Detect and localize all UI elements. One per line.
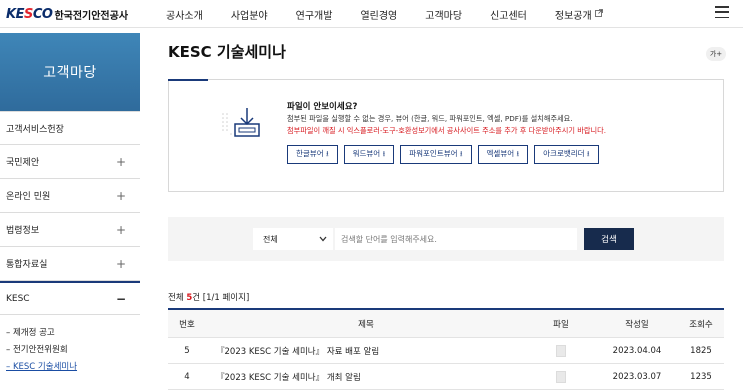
- sidebar-header: 고객마당: [0, 33, 140, 111]
- page-title: KESC 기술세미나: [168, 43, 286, 61]
- sidebar-submenu: – 제개정 공고 – 전기안전위원회 – KESC 기술세미나: [0, 315, 140, 374]
- font-size-button[interactable]: 가+: [706, 47, 726, 61]
- sidebar-item-label: 고객서비스헌장: [6, 124, 64, 135]
- notice-title: 파일이 안보이세요?: [287, 102, 358, 112]
- row-views: 1235: [690, 371, 712, 382]
- notice-warning: 첨부파일이 깨질 시 익스플로러-도구-호환성보기에서 공사사이트 주소를 추가…: [287, 126, 606, 135]
- header-no: 번호: [179, 319, 195, 330]
- notice-description: 첨부된 파일을 실행할 수 없는 경우, 뷰어 (한글, 워드, 파워포인트, …: [287, 114, 573, 123]
- search-bar: 전체 검색할 단어를 입력해주세요. 검색: [168, 217, 724, 261]
- external-link-icon: [594, 9, 603, 19]
- total-count: 전체 5건 [1/1 페이지]: [168, 291, 249, 303]
- file-icon[interactable]: [556, 370, 566, 383]
- hwp-viewer-button[interactable]: 한글뷰어 ⭳: [287, 145, 338, 164]
- row-no: 4: [184, 371, 190, 382]
- submenu-item-revision-notice[interactable]: – 제개정 공고: [6, 323, 134, 340]
- header-views: 조회수: [689, 319, 713, 330]
- header-file: 파일: [553, 319, 569, 330]
- site-logo[interactable]: KESCO 한국전기안전공사: [6, 5, 128, 23]
- sidebar-item-archive[interactable]: 통합자료실 +: [0, 247, 140, 281]
- expand-icon: +: [115, 188, 126, 203]
- viewer-button-row: 한글뷰어 ⭳ 워드뷰어 ⭳ 파워포인트뷰어 ⭳ 엑셀뷰어 ⭳ 아크로뱃리더 ⭳: [287, 145, 605, 164]
- header-date: 작성일: [625, 319, 649, 330]
- search-input[interactable]: 검색할 단어를 입력해주세요.: [335, 228, 577, 250]
- powerpoint-viewer-button[interactable]: 파워포인트뷰어 ⭳: [400, 145, 472, 164]
- table-header-row: 번호 제목 파일 작성일 조회수: [168, 310, 724, 338]
- logo-text: 한국전기안전공사: [54, 10, 129, 22]
- main-navigation: 공사소개 사업분야 연구개발 열린경영 고객마당 신고센터 정보공개: [166, 0, 631, 28]
- sidebar-item-kesc[interactable]: KESC −: [0, 281, 140, 315]
- nav-item-customer[interactable]: 고객마당: [425, 7, 462, 22]
- row-title-link[interactable]: 『2023 KESC 기술 세미나』 자료 배포 알림: [206, 345, 526, 357]
- row-date: 2023.03.07: [612, 371, 662, 382]
- row-title-link[interactable]: 『2023 KESC 기술 세미나』 개최 알림: [206, 371, 526, 383]
- sidebar-item-service-charter[interactable]: 고객서비스헌장: [0, 111, 140, 145]
- acrobat-reader-button[interactable]: 아크로뱃리더 ⭳: [534, 145, 599, 164]
- search-scope-value: 전체: [263, 234, 278, 244]
- nav-item-research[interactable]: 연구개발: [296, 7, 333, 22]
- nav-item-disclosure[interactable]: 정보공개: [555, 7, 603, 22]
- sidebar-item-label: 국민제안: [6, 158, 40, 168]
- total-prefix: 전체: [168, 293, 187, 303]
- submenu-item-safety-committee[interactable]: – 전기안전위원회: [6, 340, 134, 357]
- row-views: 1825: [690, 345, 712, 356]
- header-title: 제목: [358, 319, 374, 330]
- nav-item-disclosure-label: 정보공개: [554, 10, 592, 22]
- chevron-down-icon: [319, 235, 327, 244]
- sidebar-item-label: KESC: [6, 293, 30, 304]
- expand-icon: +: [115, 256, 126, 271]
- table-row: 5 『2023 KESC 기술 세미나』 자료 배포 알림 2023.04.04…: [168, 338, 724, 364]
- search-scope-select[interactable]: 전체: [253, 228, 333, 250]
- sidebar-item-legal-info[interactable]: 법령정보 +: [0, 213, 140, 247]
- hamburger-menu-icon[interactable]: [715, 6, 729, 18]
- expand-icon: +: [115, 222, 126, 237]
- download-icon: [217, 100, 267, 150]
- sidebar-item-label: 법령정보: [6, 226, 40, 236]
- row-file: [526, 370, 596, 383]
- sidebar-title: 고객마당: [43, 65, 97, 81]
- sidebar-item-online-petition[interactable]: 온라인 민원 +: [0, 179, 140, 213]
- nav-item-business[interactable]: 사업분야: [231, 7, 268, 22]
- word-viewer-button[interactable]: 워드뷰어 ⭳: [343, 145, 395, 164]
- logo-mark: KESCO: [6, 6, 53, 22]
- post-table: 번호 제목 파일 작성일 조회수 5 『2023 KESC 기술 세미나』 자료…: [168, 308, 724, 390]
- file-icon[interactable]: [556, 344, 566, 357]
- viewer-notice-box: 파일이 안보이세요? 첨부된 파일을 실행할 수 없는 경우, 뷰어 (한글, …: [168, 79, 724, 192]
- search-button[interactable]: 검색: [584, 228, 634, 250]
- submenu-item-tech-seminar[interactable]: – KESC 기술세미나: [6, 357, 134, 374]
- table-row: 4 『2023 KESC 기술 세미나』 개최 알림 2023.03.07 12…: [168, 364, 724, 390]
- row-no: 5: [184, 345, 190, 356]
- nav-item-about[interactable]: 공사소개: [166, 7, 203, 22]
- total-suffix: 건 [1/1 페이지]: [192, 293, 250, 303]
- sidebar: 고객마당 고객서비스헌장 국민제안 + 온라인 민원 + 법령정보 + 통합자료…: [0, 33, 140, 392]
- collapse-icon: −: [115, 291, 126, 306]
- nav-item-report[interactable]: 신고센터: [490, 7, 527, 22]
- expand-icon: +: [115, 154, 126, 169]
- sidebar-item-label: 통합자료실: [6, 260, 48, 270]
- sidebar-item-label: 온라인 민원: [6, 192, 51, 202]
- row-file: [526, 344, 596, 357]
- sidebar-item-proposal[interactable]: 국민제안 +: [0, 145, 140, 179]
- excel-viewer-button[interactable]: 엑셀뷰어 ⭳: [477, 145, 529, 164]
- site-header: KESCO 한국전기안전공사 공사소개 사업분야 연구개발 열린경영 고객마당 …: [0, 0, 743, 28]
- nav-item-management[interactable]: 열린경영: [360, 7, 397, 22]
- row-date: 2023.04.04: [612, 345, 662, 356]
